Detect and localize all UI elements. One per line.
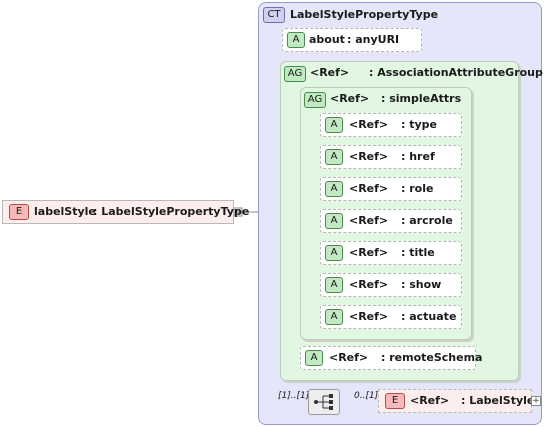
attribute-badge: A [325, 181, 343, 197]
simple-attr-actuate[interactable]: A <Ref> : actuate [320, 305, 462, 329]
attribute-badge: A [325, 309, 343, 325]
about-attribute-name: about [309, 33, 345, 46]
attribute-ref-name: <Ref> [349, 118, 389, 131]
about-attribute-type: : anyURI [347, 33, 400, 46]
attribute-badge: A [325, 213, 343, 229]
expand-icon[interactable]: + [531, 396, 541, 406]
simple-attrs-group-type: : simpleAttrs [381, 92, 462, 105]
child-element-name: <Ref> [410, 394, 450, 407]
attribute-badge: A [325, 277, 343, 293]
attribute-group-badge: AG [284, 66, 306, 82]
element-badge: E [9, 204, 29, 220]
sequence-cardinality: [1]..[1] [278, 391, 310, 401]
remote-schema-attribute-box[interactable]: A <Ref> : remoteSchema [300, 346, 482, 370]
attribute-ref-type: : actuate [401, 310, 457, 323]
simple-attr-href[interactable]: A <Ref> : href [320, 145, 462, 169]
remote-schema-type: : remoteSchema [381, 351, 483, 364]
about-attribute-box[interactable]: A about : anyURI [282, 28, 422, 52]
simple-attr-show[interactable]: A <Ref> : show [320, 273, 462, 297]
attribute-ref-type: : show [401, 278, 442, 291]
sequence-compositor[interactable] [308, 389, 340, 415]
complex-type-badge: CT [263, 7, 285, 23]
attribute-badge: A [325, 149, 343, 165]
attribute-ref-name: <Ref> [349, 182, 389, 195]
attribute-badge: A [325, 117, 343, 133]
child-element-box[interactable]: E <Ref> : LabelStyle [378, 389, 535, 413]
sequence-icon [314, 394, 333, 410]
simple-attr-type[interactable]: A <Ref> : type [320, 113, 462, 137]
attribute-group-badge: AG [304, 92, 326, 108]
child-element-cardinality: 0..[1] [354, 391, 379, 401]
simple-attrs-group-name: <Ref> [330, 92, 370, 105]
attribute-ref-type: : type [401, 118, 437, 131]
root-element-box[interactable]: E labelStyle : LabelStylePropertyType [2, 200, 249, 224]
attribute-ref-name: <Ref> [349, 246, 389, 259]
attribute-ref-type: : role [401, 182, 434, 195]
attribute-ref-type: : href [401, 150, 435, 163]
simple-attr-arcrole[interactable]: A <Ref> : arcrole [320, 209, 462, 233]
attribute-badge: A [305, 350, 323, 366]
element-badge: E [385, 393, 405, 409]
attribute-badge: A [325, 245, 343, 261]
root-element-name: labelStyle [34, 205, 96, 218]
root-element-type: : LabelStylePropertyType [93, 205, 250, 218]
attribute-ref-type: : title [401, 246, 435, 259]
attribute-ref-name: <Ref> [349, 310, 389, 323]
attribute-ref-name: <Ref> [349, 214, 389, 227]
remote-schema-name: <Ref> [329, 351, 369, 364]
attribute-badge: A [287, 32, 305, 48]
child-element-type: : LabelStyle [461, 394, 535, 407]
attribute-ref-type: : arcrole [401, 214, 453, 227]
attribute-ref-name: <Ref> [349, 278, 389, 291]
simple-attr-title[interactable]: A <Ref> : title [320, 241, 462, 265]
simple-attr-role[interactable]: A <Ref> : role [320, 177, 462, 201]
complex-type-name: LabelStylePropertyType [290, 8, 439, 21]
association-group-type: : AssociationAttributeGroup [369, 66, 543, 79]
attribute-ref-name: <Ref> [349, 150, 389, 163]
association-group-name: <Ref> [310, 66, 350, 79]
